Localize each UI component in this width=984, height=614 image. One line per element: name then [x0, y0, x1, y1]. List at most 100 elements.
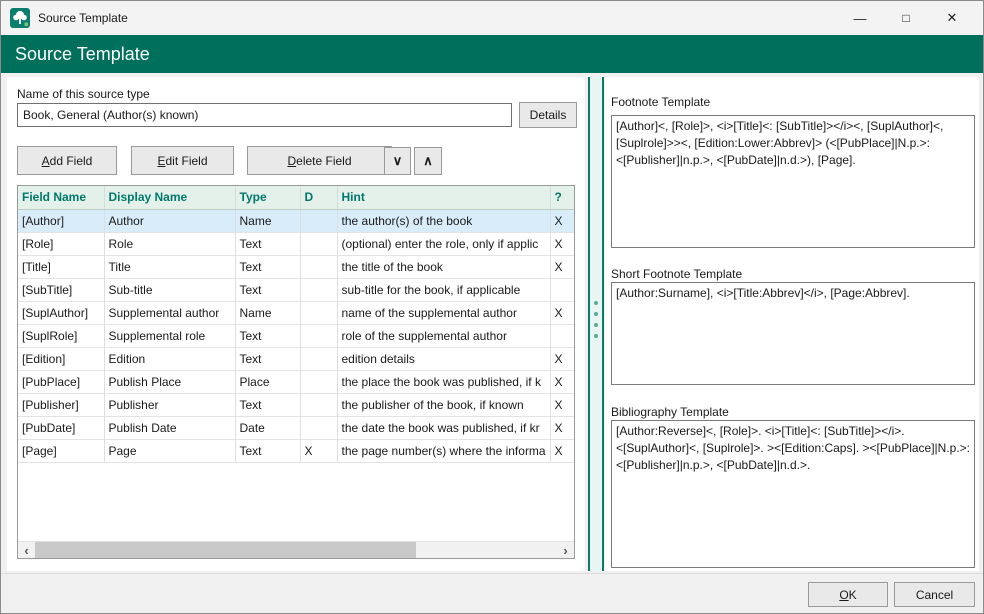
cancel-button[interactable]: Cancel — [894, 582, 975, 607]
ok-button[interactable]: OK — [808, 582, 888, 607]
table-header-row: Field Name Display Name Type D Hint ? — [18, 186, 574, 209]
col-hint[interactable]: Hint — [337, 186, 550, 209]
table-row[interactable]: [SuplRole] Supplemental role Text role o… — [18, 324, 574, 347]
cell-type: Place — [235, 370, 300, 393]
cell-type: Text — [235, 324, 300, 347]
source-type-name-input[interactable] — [17, 103, 512, 127]
table-row[interactable]: [SuplAuthor] Supplemental author Name na… — [18, 301, 574, 324]
cell-question: X — [550, 347, 574, 370]
cell-display-name: Publish Date — [104, 416, 235, 439]
cell-display-name: Edition — [104, 347, 235, 370]
col-display-name[interactable]: Display Name — [104, 186, 235, 209]
cell-display-name: Supplemental author — [104, 301, 235, 324]
table-row[interactable]: [Page] Page Text X the page number(s) wh… — [18, 439, 574, 462]
scroll-right-icon: › — [563, 543, 567, 558]
cell-question: X — [550, 370, 574, 393]
short-footnote-template-input[interactable]: [Author:Surname], <i>[Title:Abbrev]</i>,… — [611, 282, 975, 385]
cell-d — [300, 416, 337, 439]
move-field-up-button[interactable]: ∧ — [414, 147, 442, 175]
table-row[interactable]: [Author] Author Name the author(s) of th… — [18, 209, 574, 232]
templates-panel: Footnote Template [Author]<, [Role]>, <i… — [605, 77, 979, 571]
chevron-down-icon: ∨ — [393, 153, 403, 168]
cell-type: Text — [235, 393, 300, 416]
cell-question — [550, 278, 574, 301]
add-field-button[interactable]: Add Field — [17, 146, 117, 175]
bibliography-template-input[interactable]: [Author:Reverse]<, [Role]>. <i>[Title]<:… — [611, 420, 975, 568]
splitter-grip-icon — [594, 301, 598, 338]
cell-d — [300, 255, 337, 278]
col-field-name[interactable]: Field Name — [18, 186, 104, 209]
cell-question: X — [550, 416, 574, 439]
table-row[interactable]: [Edition] Edition Text edition details X — [18, 347, 574, 370]
cell-field-name: [SubTitle] — [18, 278, 104, 301]
bibliography-template-label: Bibliography Template — [611, 405, 729, 419]
details-button[interactable]: Details — [519, 102, 577, 128]
table-row[interactable]: [Title] Title Text the title of the book… — [18, 255, 574, 278]
source-template-dialog: Source Template — □ ✕ Source Template Na… — [0, 0, 984, 614]
cell-type: Text — [235, 278, 300, 301]
cell-d — [300, 347, 337, 370]
short-footnote-template-label: Short Footnote Template — [611, 267, 742, 281]
cell-hint: the title of the book — [337, 255, 550, 278]
dialog-footer: OK Cancel — [1, 573, 983, 614]
delete-field-button[interactable]: Delete Field — [247, 146, 392, 175]
field-table: Field Name Display Name Type D Hint ? [A… — [17, 185, 575, 559]
scrollbar-track[interactable] — [35, 542, 557, 558]
cell-hint: edition details — [337, 347, 550, 370]
title-bar: Source Template — □ ✕ — [1, 1, 983, 35]
chevron-up-icon: ∧ — [423, 153, 433, 168]
cell-type: Text — [235, 439, 300, 462]
cell-d — [300, 324, 337, 347]
horizontal-scrollbar: ‹ › — [18, 541, 574, 558]
cell-field-name: [Title] — [18, 255, 104, 278]
move-field-down-button[interactable]: ∨ — [384, 147, 411, 175]
cell-hint: the page number(s) where the informa — [337, 439, 550, 462]
cell-hint: the author(s) of the book — [337, 209, 550, 232]
minimize-icon: — — [854, 11, 867, 26]
cell-type: Text — [235, 232, 300, 255]
cell-question: X — [550, 232, 574, 255]
table-row[interactable]: [SubTitle] Sub-title Text sub-title for … — [18, 278, 574, 301]
cell-type: Name — [235, 301, 300, 324]
cell-d — [300, 209, 337, 232]
cell-hint: role of the supplemental author — [337, 324, 550, 347]
col-question[interactable]: ? — [550, 186, 574, 209]
col-type[interactable]: Type — [235, 186, 300, 209]
cell-hint: (optional) enter the role, only if appli… — [337, 232, 550, 255]
cell-hint: name of the supplemental author — [337, 301, 550, 324]
cell-field-name: [Edition] — [18, 347, 104, 370]
table-row[interactable]: [PubPlace] Publish Place Place the place… — [18, 370, 574, 393]
scroll-left-button[interactable]: ‹ — [18, 542, 35, 558]
close-button[interactable]: ✕ — [929, 1, 975, 35]
table-row[interactable]: [PubDate] Publish Date Date the date the… — [18, 416, 574, 439]
window-controls: — □ ✕ — [837, 1, 975, 35]
cell-hint: the place the book was published, if k — [337, 370, 550, 393]
cell-d — [300, 393, 337, 416]
panel-splitter[interactable] — [588, 77, 604, 571]
cell-display-name: Role — [104, 232, 235, 255]
scroll-left-icon: ‹ — [24, 543, 28, 558]
window-title: Source Template — [38, 11, 128, 25]
cell-type: Name — [235, 209, 300, 232]
cell-d — [300, 370, 337, 393]
scroll-right-button[interactable]: › — [557, 542, 574, 558]
table-row[interactable]: [Publisher] Publisher Text the publisher… — [18, 393, 574, 416]
cell-display-name: Author — [104, 209, 235, 232]
source-type-name-label: Name of this source type — [17, 87, 150, 101]
col-d[interactable]: D — [300, 186, 337, 209]
cell-d — [300, 232, 337, 255]
minimize-button[interactable]: — — [837, 1, 883, 35]
table-row[interactable]: [Role] Role Text (optional) enter the ro… — [18, 232, 574, 255]
edit-field-button[interactable]: Edit Field — [131, 146, 234, 175]
scrollbar-thumb[interactable] — [35, 542, 416, 558]
cell-question — [550, 324, 574, 347]
footnote-template-input[interactable]: [Author]<, [Role]>, <i>[Title]<: [SubTit… — [611, 115, 975, 248]
maximize-button[interactable]: □ — [883, 1, 929, 35]
fields-panel: Name of this source type Details Add Fie… — [7, 77, 585, 571]
cell-field-name: [SuplRole] — [18, 324, 104, 347]
cell-d: X — [300, 439, 337, 462]
cell-type: Text — [235, 347, 300, 370]
cell-display-name: Publish Place — [104, 370, 235, 393]
cell-field-name: [SuplAuthor] — [18, 301, 104, 324]
cell-display-name: Title — [104, 255, 235, 278]
